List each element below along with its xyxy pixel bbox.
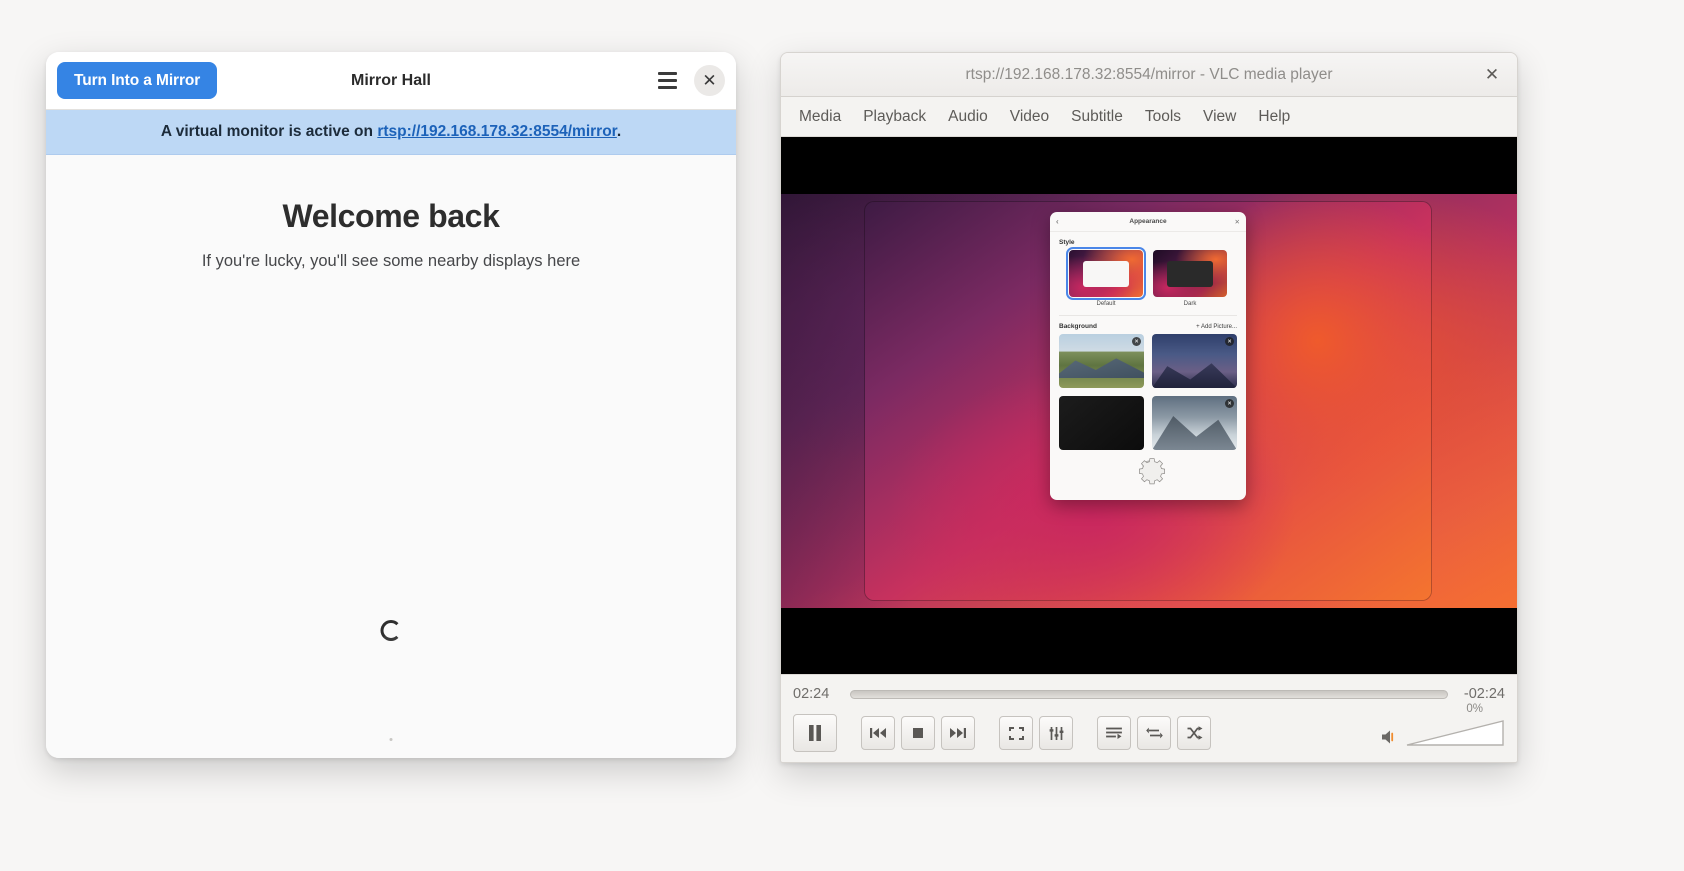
background-thumbnail[interactable]: [1059, 396, 1144, 450]
fullscreen-button[interactable]: [999, 716, 1033, 750]
style-option-dark[interactable]: Dark: [1153, 250, 1227, 307]
menu-audio[interactable]: Audio: [938, 104, 998, 130]
fullscreen-icon: [1008, 726, 1024, 740]
hamburger-menu-icon[interactable]: [652, 66, 682, 96]
equalizer-button[interactable]: [1039, 716, 1073, 750]
loading-spinner-icon: [380, 620, 402, 641]
mirrored-screen-stream: ‹ Appearance ✕ Style Default Dark Backgr…: [781, 194, 1517, 608]
appearance-dialog-header: ‹ Appearance ✕: [1050, 212, 1246, 232]
seek-slider[interactable]: [850, 689, 1448, 699]
previous-icon: [870, 728, 886, 738]
style-option-default[interactable]: Default: [1066, 247, 1146, 307]
menu-playback[interactable]: Playback: [853, 104, 936, 130]
menu-subtitle[interactable]: Subtitle: [1061, 104, 1133, 130]
volume-control-group: 0%: [1379, 703, 1505, 747]
style-option-label: Default: [1096, 301, 1116, 307]
menu-media[interactable]: Media: [789, 104, 851, 130]
remove-background-icon[interactable]: ✕: [1225, 337, 1234, 346]
rtsp-stream-link[interactable]: rtsp://192.168.178.32:8554/mirror: [377, 123, 617, 140]
background-thumbnail[interactable]: ✕: [1152, 334, 1237, 388]
menu-tools[interactable]: Tools: [1135, 104, 1191, 130]
seek-row: 02:24 -02:24: [793, 681, 1505, 707]
playlist-button[interactable]: [1097, 716, 1131, 750]
menu-video[interactable]: Video: [1000, 104, 1059, 130]
mirror-hall-headerbar: Turn Into a Mirror Mirror Hall ✕: [46, 52, 736, 110]
playlist-icon: [1105, 727, 1122, 739]
background-section-label: Background: [1059, 323, 1097, 330]
elapsed-time-label: 02:24: [793, 686, 830, 702]
previous-button[interactable]: [861, 716, 895, 750]
close-icon[interactable]: ✕: [1479, 62, 1505, 88]
style-preview-dark[interactable]: [1153, 250, 1227, 297]
volume-slider[interactable]: [1405, 719, 1505, 747]
style-section-label: Style: [1059, 239, 1075, 246]
turn-into-a-mirror-button[interactable]: Turn Into a Mirror: [57, 62, 218, 99]
shuffle-button[interactable]: [1177, 716, 1211, 750]
welcome-subtitle: If you're lucky, you'll see some nearby …: [201, 252, 581, 270]
close-icon[interactable]: ✕: [694, 65, 725, 96]
style-option-label: Dark: [1183, 301, 1197, 307]
volume-percent-label: 0%: [1466, 703, 1483, 715]
mirrored-desktop: ‹ Appearance ✕ Style Default Dark Backgr…: [865, 202, 1431, 600]
background-thumbnail[interactable]: ✕: [1152, 396, 1237, 450]
style-options-row: Default Dark: [1050, 247, 1246, 307]
vlc-media-player-window: rtsp://192.168.178.32:8554/mirror - VLC …: [780, 52, 1518, 763]
vlc-menubar: Media Playback Audio Video Subtitle Tool…: [781, 97, 1517, 137]
stop-icon: [913, 728, 923, 738]
pause-button[interactable]: [793, 714, 837, 752]
shuffle-icon: [1187, 726, 1202, 740]
gear-icon: [1139, 458, 1166, 485]
hamburger-bar: [657, 86, 677, 89]
hamburger-bar: [657, 79, 677, 82]
mirror-hall-window: Turn Into a Mirror Mirror Hall ✕ A virtu…: [46, 52, 736, 758]
vlc-titlebar: rtsp://192.168.178.32:8554/mirror - VLC …: [781, 53, 1517, 97]
background-thumbnail-grid: ✕ ✕ ✕: [1050, 334, 1246, 450]
menu-help[interactable]: Help: [1248, 104, 1300, 130]
remove-background-icon[interactable]: ✕: [1225, 399, 1234, 408]
headerbar-actions: ✕: [652, 65, 725, 96]
style-preview-default[interactable]: [1066, 247, 1146, 300]
virtual-monitor-banner: A virtual monitor is active on rtsp://19…: [46, 110, 736, 155]
vlc-control-panel: 02:24 -02:24 0%: [781, 674, 1517, 762]
next-icon: [950, 728, 966, 738]
pause-icon: [809, 725, 821, 741]
banner-suffix-text: .: [616, 123, 622, 140]
video-surface[interactable]: ‹ Appearance ✕ Style Default Dark Backgr…: [781, 137, 1517, 674]
background-section-header: Background + Add Picture...: [1050, 316, 1246, 334]
menu-view[interactable]: View: [1193, 104, 1246, 130]
vlc-window-title: rtsp://192.168.178.32:8554/mirror - VLC …: [965, 65, 1333, 83]
remaining-time-label: -02:24: [1463, 686, 1505, 702]
scroll-indicator-dot: [389, 738, 393, 741]
transport-controls: 0%: [793, 703, 1505, 752]
next-button[interactable]: [941, 716, 975, 750]
equalizer-icon: [1049, 726, 1063, 740]
desktop-background: Turn Into a Mirror Mirror Hall ✕ A virtu…: [0, 0, 1684, 871]
stop-button[interactable]: [901, 716, 935, 750]
loop-icon: [1145, 727, 1163, 739]
welcome-heading: Welcome back: [282, 198, 500, 234]
remove-background-icon[interactable]: ✕: [1132, 337, 1141, 346]
banner-prefix-text: A virtual monitor is active on: [160, 123, 378, 140]
appearance-dialog-title: Appearance: [1129, 218, 1167, 225]
add-picture-button[interactable]: + Add Picture...: [1196, 324, 1237, 330]
speaker-icon[interactable]: [1379, 727, 1399, 747]
mirror-hall-content: Welcome back If you're lucky, you'll see…: [46, 155, 736, 758]
background-thumbnail[interactable]: ✕: [1059, 334, 1144, 388]
loop-button[interactable]: [1137, 716, 1171, 750]
hamburger-bar: [657, 72, 677, 75]
